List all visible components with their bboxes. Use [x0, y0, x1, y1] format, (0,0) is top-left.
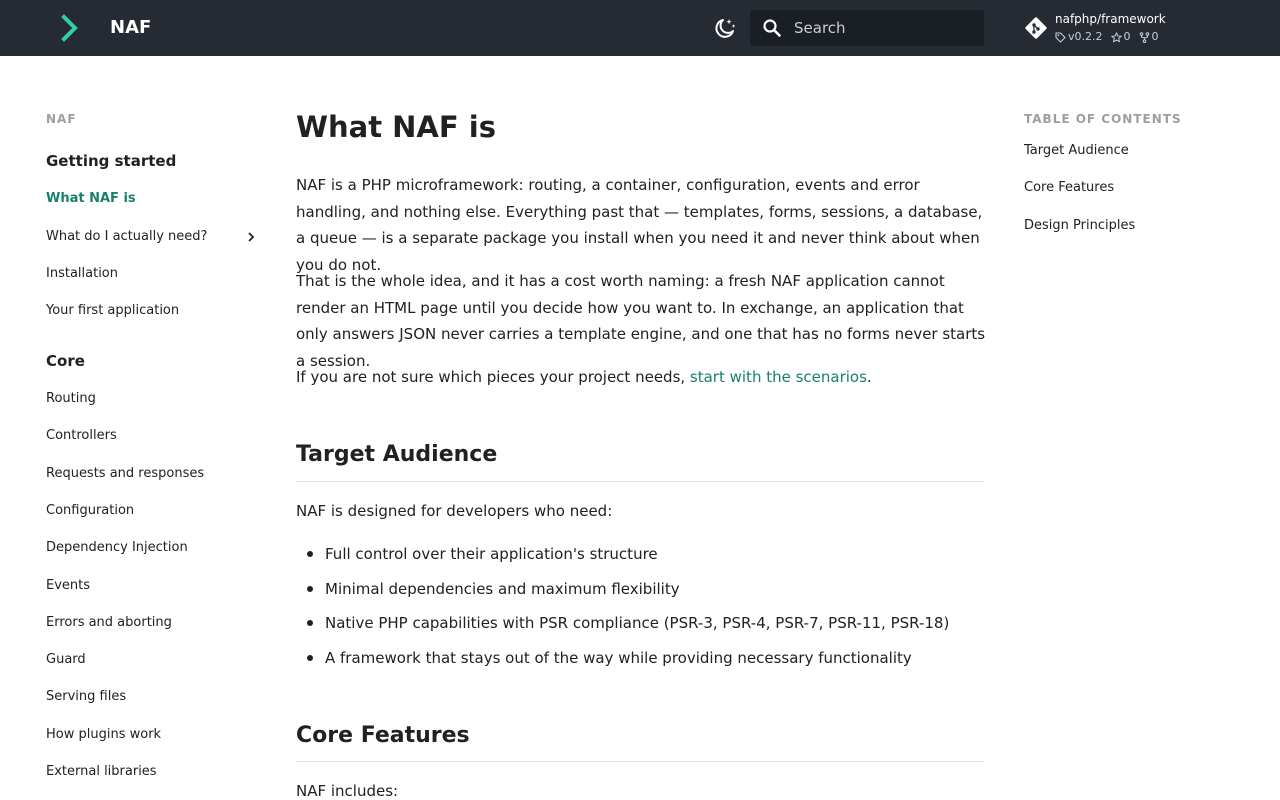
toc-title: TABLE OF CONTENTS: [1024, 112, 1182, 126]
repo-version: v0.2.2: [1055, 30, 1103, 44]
intro-paragraph-2: That is the whole idea, and it has a cos…: [296, 272, 986, 370]
toc-item-target-audience[interactable]: Target Audience: [1024, 142, 1129, 160]
intro-paragraph-1: NAF is a PHP microframework: routing, a …: [296, 176, 983, 274]
repo-version-label: v0.2.2: [1068, 30, 1103, 43]
heading-target-audience: Target Audience: [296, 442, 498, 467]
list-item: A framework that stays out of the way wh…: [296, 648, 984, 683]
list-item: Native PHP capabilities with PSR complia…: [296, 613, 984, 648]
repo-stars-count: 0: [1123, 30, 1131, 43]
tag-icon: [1055, 31, 1066, 43]
heading-divider: [296, 761, 984, 762]
list-item: Minimal dependencies and maximum flexibi…: [296, 579, 984, 614]
scenarios-link[interactable]: start with the scenarios: [690, 368, 867, 386]
heading-core-features: Core Features: [296, 723, 470, 748]
nav-item-label: What do I actually need?: [46, 229, 208, 244]
star-icon: [1110, 31, 1122, 42]
nav-item-controllers[interactable]: Controllers: [46, 427, 261, 445]
page-title: What NAF is: [296, 110, 496, 144]
list-item: Full control over their application's st…: [296, 544, 984, 579]
nav-section-core: Core: [46, 352, 85, 370]
scenario-text: If you are not sure which pieces your pr…: [296, 368, 690, 386]
nav-item-requests-responses[interactable]: Requests and responses: [46, 465, 261, 483]
git-icon: [1025, 17, 1047, 39]
nav-section-getting-started: Getting started: [46, 152, 177, 170]
nav-item-what-do-i-need[interactable]: What do I actually need?: [46, 228, 261, 246]
chevron-right-icon[interactable]: [245, 231, 257, 243]
toc-item-core-features[interactable]: Core Features: [1024, 179, 1114, 197]
nav-item-first-application[interactable]: Your first application: [46, 302, 261, 320]
nav-item-what-naf-is[interactable]: What NAF is: [46, 190, 261, 208]
repo-facts: v0.2.2 0 0: [1055, 30, 1159, 44]
repo-forks: 0: [1139, 30, 1159, 44]
nav-root-label: NAF: [46, 112, 77, 126]
search-box[interactable]: [750, 10, 984, 46]
site-title[interactable]: NAF: [110, 16, 151, 40]
nav-item-how-plugins-work[interactable]: How plugins work: [46, 726, 261, 744]
features-lead: NAF includes:: [296, 782, 399, 800]
nav-item-serving-files[interactable]: Serving files: [46, 688, 261, 706]
nav-item-installation[interactable]: Installation: [46, 265, 261, 283]
header-bar: NAF nafphp/framework v0.2.2: [0, 0, 1280, 56]
nav-item-external-libraries[interactable]: External libraries: [46, 763, 261, 781]
scenario-end: .: [866, 368, 872, 386]
search-input[interactable]: [794, 10, 979, 46]
nav-item-events[interactable]: Events: [46, 577, 261, 595]
nav-item-configuration[interactable]: Configuration: [46, 502, 261, 520]
nav-item-routing[interactable]: Routing: [46, 390, 261, 408]
nav-item-dependency-injection[interactable]: Dependency Injection: [46, 539, 261, 557]
audience-list: Full control over their application's st…: [296, 544, 984, 683]
repo-stars: 0: [1110, 30, 1131, 44]
scenario-paragraph: If you are not sure which pieces your pr…: [296, 364, 988, 391]
heading-divider: [296, 481, 984, 482]
toc-item-design-principles[interactable]: Design Principles: [1024, 217, 1135, 235]
nav-item-errors-aborting[interactable]: Errors and aborting: [46, 614, 261, 632]
theme-toggle-icon[interactable]: [712, 15, 738, 41]
repo-forks-count: 0: [1151, 30, 1159, 43]
logo-icon[interactable]: [59, 14, 81, 42]
repository-link[interactable]: nafphp/framework v0.2.2 0 0: [1024, 10, 1264, 48]
search-icon: [763, 19, 781, 37]
fork-icon: [1139, 31, 1149, 43]
audience-lead: NAF is designed for developers who need:: [296, 502, 613, 520]
repo-name: nafphp/framework: [1055, 12, 1166, 26]
nav-item-guard[interactable]: Guard: [46, 651, 261, 669]
